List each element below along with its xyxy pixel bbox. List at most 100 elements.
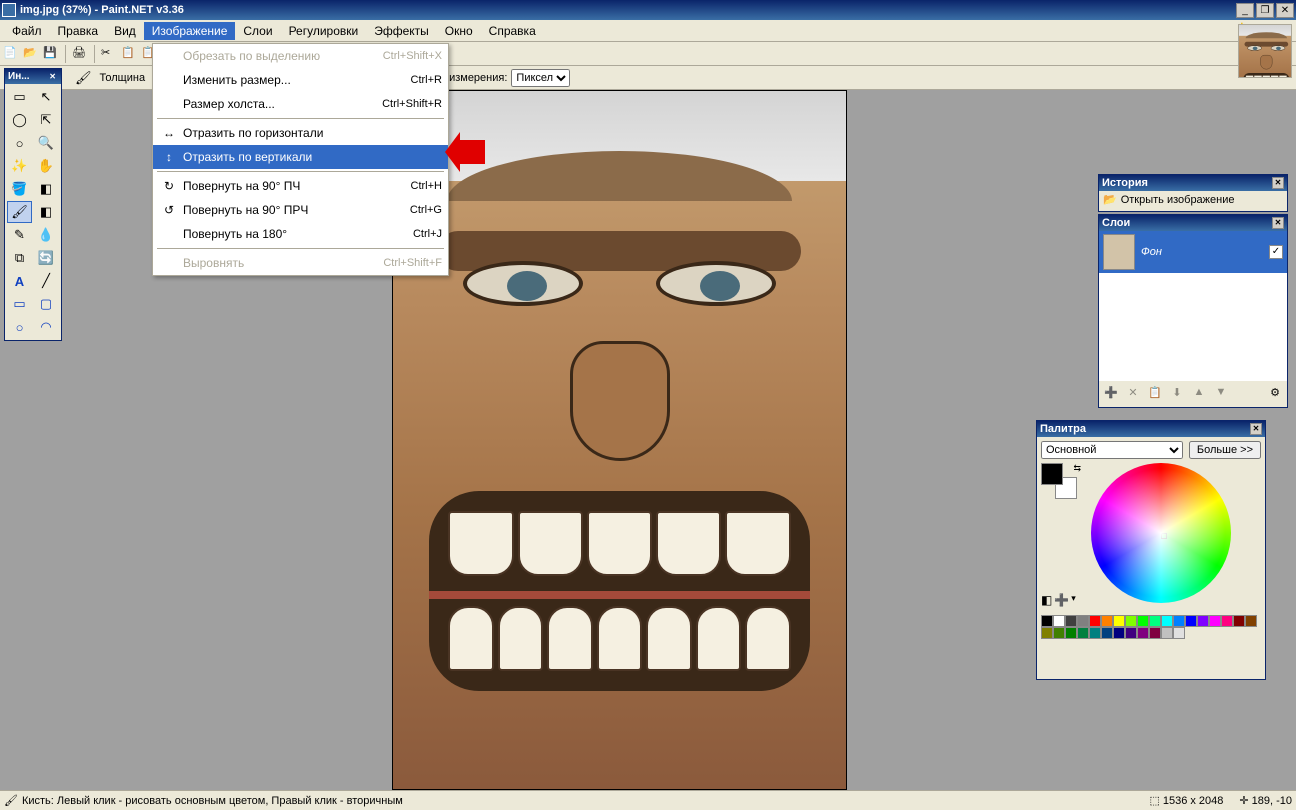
cut-button[interactable]: ✂ [100,45,118,63]
more-button[interactable]: Больше >> [1189,441,1261,459]
close-button[interactable]: ✕ [1276,3,1294,18]
palette-color[interactable] [1077,627,1089,639]
palette-color[interactable] [1125,615,1137,627]
layer-visibility-checkbox[interactable]: ✓ [1269,245,1283,259]
close-icon[interactable]: ✕ [1272,217,1284,229]
palette-color[interactable] [1041,627,1053,639]
color-swatches[interactable]: ⇆ [1041,463,1081,503]
move-tool[interactable]: ↖ [34,86,59,108]
palette-color[interactable] [1077,615,1089,627]
palette-color[interactable] [1137,615,1149,627]
palette-color[interactable] [1089,627,1101,639]
palette-icon[interactable]: ◧ [1041,593,1052,607]
palette-color[interactable] [1245,615,1257,627]
layer-properties-button[interactable]: ⚙ [1266,383,1284,401]
print-button[interactable]: 🖨 [71,45,89,63]
menu-вид[interactable]: Вид [106,22,144,40]
menu-справка[interactable]: Справка [481,22,544,40]
ellipse-shape-tool[interactable]: ○ [7,316,32,338]
menu-item[interactable]: ↔Отразить по горизонтали [153,121,448,145]
zoom-tool[interactable]: 🔍 [34,132,59,154]
menu-item[interactable]: Изменить размер...Ctrl+R [153,68,448,92]
save-button[interactable]: 💾 [42,45,60,63]
copy-button[interactable]: 📋 [120,45,138,63]
menu-item[interactable]: Размер холста...Ctrl+Shift+R [153,92,448,116]
menu-слои[interactable]: Слои [235,22,280,40]
layer-row[interactable]: Фон ✓ [1099,231,1287,273]
duplicate-layer-button[interactable]: 📋 [1146,383,1164,401]
freeform-tool[interactable]: ◠ [34,316,59,338]
delete-layer-button[interactable]: ✕ [1124,383,1142,401]
color-marker[interactable] [1161,533,1167,539]
swap-colors-icon[interactable]: ⇆ [1073,463,1081,474]
recolor-tool[interactable]: 🔄 [34,247,59,269]
close-icon[interactable]: ✕ [1272,177,1284,189]
docked-icon[interactable]: ✕ [49,72,56,81]
menu-эффекты[interactable]: Эффекты [366,22,437,40]
palette-color[interactable] [1053,615,1065,627]
palette-color[interactable] [1089,615,1101,627]
palette-add-icon[interactable]: ➕ [1054,593,1069,607]
line-tool[interactable]: ╱ [34,270,59,292]
rect-shape-tool[interactable]: ▭ [7,293,32,315]
menu-item[interactable]: Повернуть на 180°Ctrl+J [153,222,448,246]
palette-color[interactable] [1065,615,1077,627]
ellipse-select-tool[interactable]: ○ [7,132,32,154]
palette-color[interactable] [1125,627,1137,639]
palette-color[interactable] [1149,627,1161,639]
unit-select[interactable]: Пиксел [511,69,570,87]
chevron-down-icon[interactable]: ▾ [1071,593,1076,607]
move-down-button[interactable]: ▼ [1212,383,1230,401]
palette-color[interactable] [1053,627,1065,639]
color-wheel[interactable] [1091,463,1231,603]
palette-color[interactable] [1137,627,1149,639]
document-thumbnail[interactable] [1238,24,1292,78]
palette-color[interactable] [1209,615,1221,627]
magic-wand-tool[interactable]: ✨ [7,155,32,177]
move-up-button[interactable]: ▲ [1190,383,1208,401]
palette-color[interactable] [1149,615,1161,627]
menu-правка[interactable]: Правка [50,22,107,40]
pan-tool[interactable]: ✋ [34,155,59,177]
merge-down-button[interactable]: ⬇ [1168,383,1186,401]
menu-изображение[interactable]: Изображение [144,22,236,40]
palette-color[interactable] [1101,615,1113,627]
gradient-tool[interactable]: ◧ [34,178,59,200]
palette-color[interactable] [1161,627,1173,639]
palette-color[interactable] [1221,615,1233,627]
rect-select-tool[interactable]: ▭ [7,86,32,108]
canvas-image[interactable] [392,90,847,790]
clone-tool[interactable]: ⧉ [7,247,32,269]
history-entry[interactable]: Открыть изображение [1121,194,1235,206]
menu-item[interactable]: ↺Повернуть на 90° ПРЧCtrl+G [153,198,448,222]
minimize-button[interactable]: _ [1236,3,1254,18]
palette-color[interactable] [1065,627,1077,639]
move-selection-tool[interactable]: ⇱ [34,109,59,131]
palette-color[interactable] [1113,627,1125,639]
palette-color[interactable] [1197,615,1209,627]
palette-color[interactable] [1101,627,1113,639]
palette-color[interactable] [1041,615,1053,627]
menu-item[interactable]: ↕Отразить по вертикали [153,145,448,169]
lasso-tool[interactable]: ◯ [7,109,32,131]
eyedropper-tool[interactable]: 💧 [34,224,59,246]
menu-окно[interactable]: Окно [437,22,481,40]
color-mode-select[interactable]: Основной [1041,441,1183,459]
palette-color[interactable] [1113,615,1125,627]
text-tool[interactable]: A [7,270,32,292]
open-button[interactable]: 📂 [22,45,40,63]
add-layer-button[interactable]: ➕ [1102,383,1120,401]
palette-color[interactable] [1173,627,1185,639]
maximize-button[interactable]: ❐ [1256,3,1274,18]
menu-item[interactable]: ↻Повернуть на 90° ПЧCtrl+H [153,174,448,198]
foreground-swatch[interactable] [1041,463,1063,485]
brush-tool[interactable]: 🖌 [7,201,32,223]
pencil-tool[interactable]: ✎ [7,224,32,246]
palette-color[interactable] [1161,615,1173,627]
eraser-tool[interactable]: ◧ [34,201,59,223]
bucket-tool[interactable]: 🪣 [7,178,32,200]
rounded-rect-tool[interactable]: ▢ [34,293,59,315]
new-button[interactable]: 📄 [2,45,20,63]
menu-регулировки[interactable]: Регулировки [281,22,367,40]
palette-color[interactable] [1173,615,1185,627]
